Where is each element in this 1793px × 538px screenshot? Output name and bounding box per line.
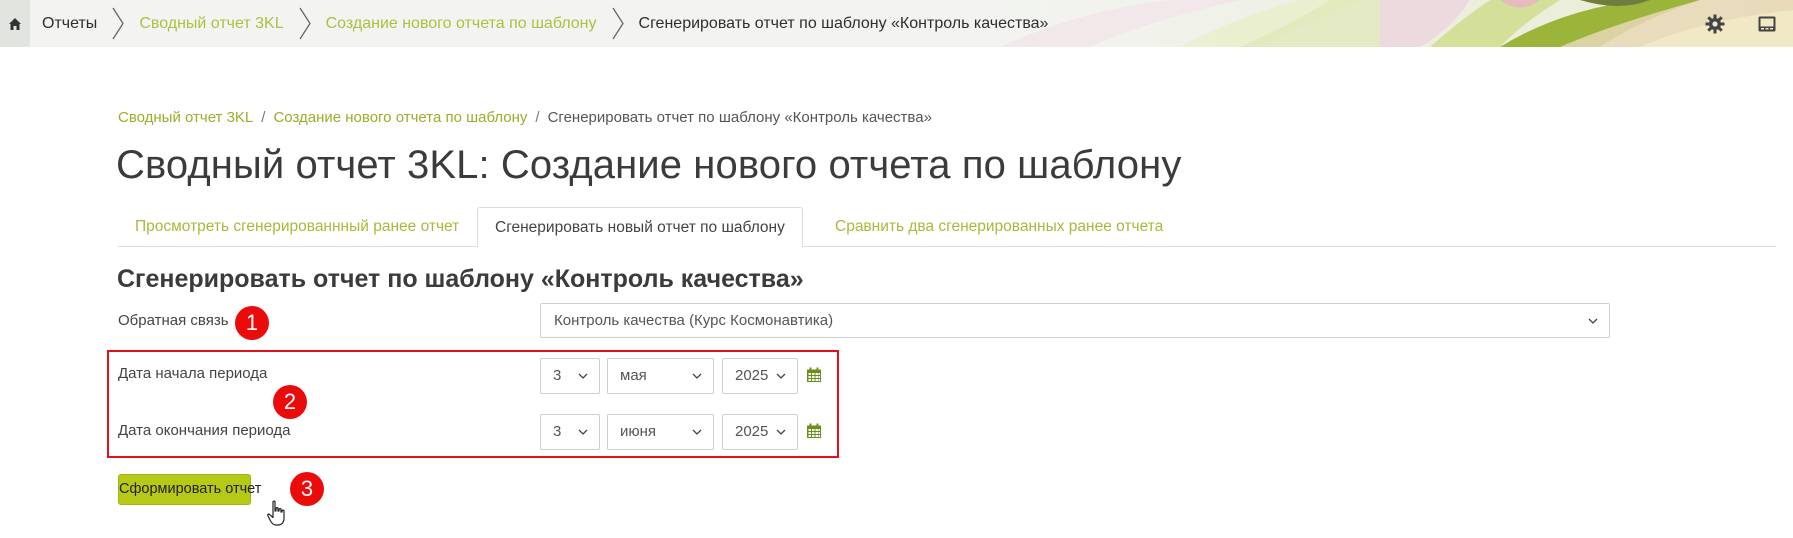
start-date-label: Дата начала периода [118,365,268,382]
start-year-select[interactable]: 2025 [722,358,798,394]
chevron-down-icon [692,429,702,435]
start-day-value: 3 [553,367,562,384]
home-button[interactable] [0,0,30,47]
chevron-down-icon [578,429,588,435]
gear-icon [1705,14,1725,33]
feedback-select[interactable]: Контроль качества (Курс Космонавтика) [540,303,1610,338]
top-navbar: Отчеты Сводный отчет 3KL Создание нового… [0,0,1793,47]
tab-bar: Просмотреть сгенерированнный ранее отчет… [118,207,1776,248]
calendar-icon[interactable] [806,367,822,383]
tab-view-previous-report[interactable]: Просмотреть сгенерированнный ранее отчет [118,207,476,247]
chevron-right-icon [611,7,624,40]
annotation-badge-3: 3 [290,472,324,506]
breadcrumb-separator: / [261,109,266,126]
panel-toggle-button[interactable] [1741,0,1793,47]
end-day-value: 3 [553,423,562,440]
chevron-down-icon [692,373,702,379]
end-month-select[interactable]: июня [607,414,714,450]
start-day-select[interactable]: 3 [540,358,600,394]
end-month-value: июня [620,423,657,440]
chevron-right-icon [299,7,311,40]
breadcrumb-current: Сгенерировать отчет по шаблону «Контроль… [547,109,932,126]
form-title: Сгенерировать отчет по шаблону «Контроль… [117,265,804,293]
start-year-value: 2025 [735,367,769,384]
top-crumb-reports[interactable]: Отчеты [38,15,101,33]
annotation-badge-1: 1 [235,306,269,340]
feedback-label: Обратная связь [118,312,229,329]
breadcrumb: Сводный отчет 3KL / Создание нового отчета… [118,109,932,126]
chevron-down-icon [776,429,786,435]
calendar-icon[interactable] [806,423,822,439]
chevron-down-icon [578,373,588,379]
end-day-select[interactable]: 3 [540,414,600,450]
home-icon [9,17,21,30]
chevron-right-icon [112,7,125,40]
top-crumb-create-report[interactable]: Создание нового отчета по шаблону [322,15,601,33]
start-month-value: мая [620,367,647,384]
tab-compare-reports[interactable]: Сравнить два сгенерированных ранее отчет… [818,207,1180,247]
pointer-cursor-icon [267,500,285,526]
top-breadcrumb: Отчеты Сводный отчет 3KL Создание нового… [38,0,1052,47]
tab-generate-new-report[interactable]: Сгенерировать новый отчет по шаблону [477,207,803,248]
end-date-label: Дата окончания периода [118,422,291,439]
breadcrumb-create-report[interactable]: Создание нового отчета по шаблону [273,109,527,126]
annotation-badge-2: 2 [273,385,307,419]
top-right-icons [1689,0,1793,47]
generate-report-button[interactable]: Сформировать отчет [118,474,261,505]
top-crumb-current: Сгенерировать отчет по шаблону «Контроль… [638,14,1049,32]
breadcrumb-separator: / [535,109,540,126]
feedback-select-value: Контроль качества (Курс Космонавтика) [554,312,834,329]
breadcrumb-summary-report[interactable]: Сводный отчет 3KL [118,109,253,126]
start-month-select[interactable]: мая [607,358,714,394]
chevron-down-icon [776,373,786,379]
end-year-select[interactable]: 2025 [722,414,798,450]
end-year-value: 2025 [735,423,769,440]
page-title: Сводный отчет 3KL: Создание нового отчет… [116,143,1182,187]
panel-icon [1758,16,1776,31]
top-crumb-summary-report[interactable]: Сводный отчет 3KL [135,15,287,33]
settings-button[interactable] [1689,0,1741,47]
chevron-down-icon [1588,318,1598,324]
